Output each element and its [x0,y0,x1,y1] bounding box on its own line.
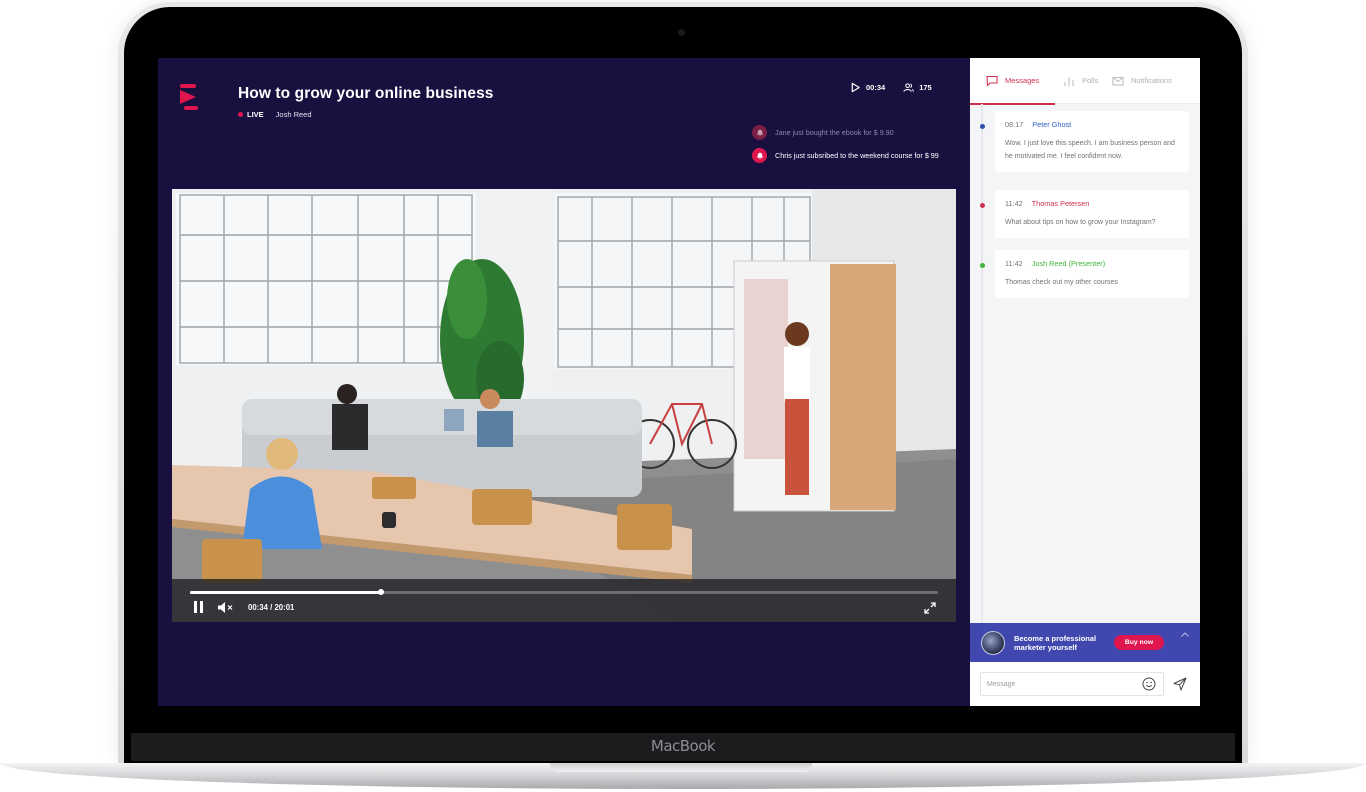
chat-message: 11:42 Thomas Petersen What about tips on… [980,190,1189,238]
device-brand-label: MacBook [650,737,716,755]
message-text: Thomas check out my other courses [1005,279,1118,286]
tab-label: Polls [1082,76,1099,85]
chat-message: 11:42 Josh Reed (Presenter) Thomas check… [980,250,1189,298]
message-author[interactable]: Peter Ghost [1032,120,1071,129]
presenter-name: Josh Reed [275,110,312,119]
message-text: What about tips on how to grow your Inst… [1005,219,1156,226]
promo-text: Become a professional marketer yourself [1014,633,1097,652]
stream-stage: How to grow your online business LIVE Jo… [158,58,970,706]
live-badge: LIVE [247,110,264,119]
purchase-notification: Jane just bought the ebook for $ 9.90 [752,125,894,140]
tab-notifications[interactable]: Notifications [1112,58,1172,104]
message-dot-icon [980,263,985,268]
stream-stats: 00:34 175 [850,82,932,93]
message-author[interactable]: Thomas Petersen [1032,199,1090,208]
message-timeline [981,104,983,624]
promo-banner: Become a professional marketer yourself … [970,623,1200,662]
chat-message: 08:17 Peter Ghost Wow. I just love this … [980,111,1189,172]
player-controls: 00:34 / 20:01 [172,579,956,622]
message-time: 11:42 [1005,259,1023,268]
pause-icon [194,601,197,613]
pause-button[interactable] [194,601,206,613]
tab-messages[interactable]: Messages [970,58,1055,105]
time-display: 00:34 / 20:01 [248,602,295,612]
tab-label: Messages [1005,76,1040,85]
video-frame [172,189,956,622]
chevron-up-icon[interactable] [1180,630,1190,640]
tab-polls[interactable]: Polls [1055,58,1112,104]
message-dot-icon [980,203,985,208]
notification-text: Chris just subsribed to the weekend cour… [775,151,939,160]
app-screen: How to grow your online business LIVE Jo… [158,58,1200,706]
seek-bar[interactable] [190,589,938,595]
emoji-icon[interactable] [1142,677,1156,691]
laptop-notch [550,763,812,772]
message-time: 11:42 [1005,199,1023,208]
promo-avatar [981,630,1005,655]
chat-bubble-icon [986,75,998,86]
player-controls-row: 00:34 / 20:01 [194,601,294,613]
bell-icon [752,125,767,140]
stream-meta: LIVE Josh Reed [238,110,312,119]
message-time: 08:17 [1005,120,1024,129]
seek-bar-played [190,591,381,594]
message-input[interactable] [980,672,1164,696]
play-icon [851,82,860,93]
tab-label: Notifications [1131,76,1172,85]
muted-speaker-icon [218,601,233,613]
buy-now-button[interactable]: Buy now [1114,635,1164,650]
message-text: Wow. I just love this speech. I am busin… [1005,140,1175,160]
viewer-count: 175 [919,83,932,92]
live-dot-icon [238,112,243,117]
panel-tabs: Messages Polls Notifications [970,58,1200,105]
send-icon[interactable] [1173,677,1187,691]
stream-title: How to grow your online business [238,85,494,102]
viewers-icon [903,83,915,92]
mute-button[interactable] [218,601,234,613]
camera-icon [678,29,685,36]
bar-chart-icon [1064,76,1074,86]
elapsed-time: 00:34 [866,83,886,92]
video-player[interactable]: 00:34 / 20:01 [172,189,956,622]
app-logo-icon [180,84,198,110]
envelope-icon [1112,76,1124,85]
chat-panel: Messages Polls Notifications 08:17 Peter… [970,58,1200,706]
message-author[interactable]: Josh Reed (Presenter) [1032,259,1105,268]
subscription-notification: Chris just subsribed to the weekend cour… [752,148,942,163]
notification-text: Jane just bought the ebook for $ 9.90 [775,128,894,137]
message-composer [970,662,1200,706]
fullscreen-icon[interactable] [924,602,936,614]
bell-icon [752,148,767,163]
seek-handle[interactable] [377,589,384,595]
message-dot-icon [980,124,985,129]
